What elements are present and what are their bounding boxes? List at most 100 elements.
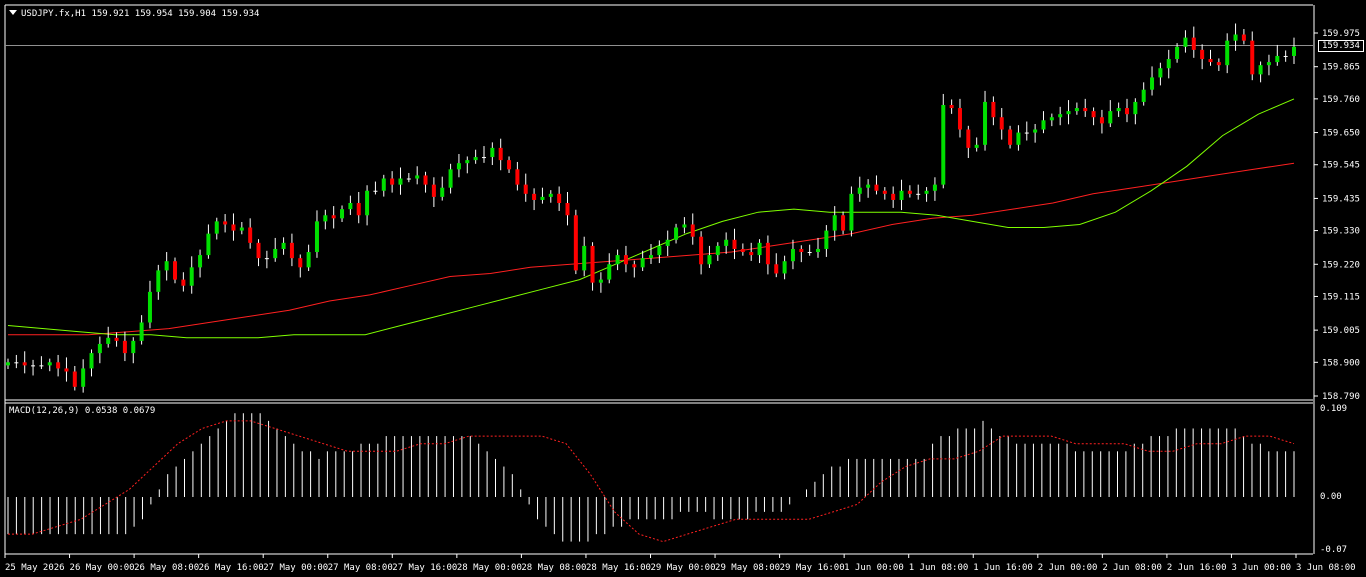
candle-bull xyxy=(1108,111,1113,124)
chart-canvas[interactable]: 159.975 159.865 159.760 159.650 159.545 159.4… xyxy=(0,0,1366,577)
candle-bear xyxy=(632,264,637,268)
candle-bull xyxy=(1266,62,1271,66)
candle-bull xyxy=(1066,111,1071,115)
time-tick-label: 29 May 16:00 xyxy=(780,563,845,573)
candle-bull xyxy=(548,193,553,197)
candle-bear xyxy=(289,242,294,259)
candle-bull xyxy=(340,209,345,219)
candle-bear xyxy=(1008,129,1013,145)
price-tick-label: 159.435 xyxy=(1322,194,1360,204)
price-tick-label: 159.865 xyxy=(1322,63,1360,73)
candle-bear xyxy=(356,203,361,216)
candle-bear xyxy=(907,190,912,194)
candle-bear xyxy=(1208,59,1213,63)
candle-bull xyxy=(273,248,278,259)
candle-bear xyxy=(390,178,395,185)
candle-bull xyxy=(582,245,587,271)
macd-scale-zero: 0.00 xyxy=(1320,492,1342,502)
candle-bull xyxy=(832,215,837,231)
macd-scale-top: 0.109 xyxy=(1320,404,1348,414)
price-tick-label: 159.975 xyxy=(1322,29,1360,39)
candle-bull xyxy=(490,147,495,158)
candle-bear xyxy=(740,248,745,253)
time-tick-label: 29 May 00:00 xyxy=(651,563,716,573)
candle-bull xyxy=(1016,132,1021,145)
candle-bull xyxy=(916,193,921,195)
candle-bull xyxy=(448,169,453,188)
candle-bull xyxy=(365,190,370,216)
candle-bull xyxy=(665,239,670,246)
candle-bull xyxy=(1116,108,1121,112)
candle-bear xyxy=(882,190,887,194)
candle-bull xyxy=(440,187,445,197)
candle-bear xyxy=(114,337,119,341)
candle-bull xyxy=(657,245,662,256)
candle-bull xyxy=(465,160,470,164)
candle-bull xyxy=(373,190,378,192)
price-tick-label: 158.790 xyxy=(1322,392,1360,402)
candle-bear xyxy=(181,279,186,286)
candle-bull xyxy=(198,255,203,268)
candle-bear xyxy=(515,169,520,185)
time-tick-label: 2 Jun 16:00 xyxy=(1167,563,1227,573)
candle-bear xyxy=(298,258,303,268)
candle-bull xyxy=(381,178,386,191)
time-tick-label: 3 Jun 08:00 xyxy=(1296,563,1356,573)
candle-bear xyxy=(557,193,562,204)
candle-bear xyxy=(231,224,236,231)
candle-bull xyxy=(816,248,821,253)
time-tick-label: 27 May 00:00 xyxy=(263,563,328,573)
candle-bear xyxy=(590,245,595,283)
candle-bull xyxy=(598,279,603,283)
candle-bull xyxy=(415,175,420,179)
candle-bull xyxy=(81,368,86,387)
candle-bull xyxy=(707,255,712,265)
candle-bear xyxy=(732,239,737,249)
candle-bull xyxy=(456,163,461,170)
candle-bull xyxy=(1150,77,1155,90)
time-axis: 25 May 2026 26 May 00:00 26 May 08:00 26 Ma… xyxy=(4,554,1356,573)
candle-bull xyxy=(156,270,161,292)
candle-bull xyxy=(1166,59,1171,69)
candle-bull xyxy=(899,190,904,200)
candle-bull xyxy=(607,264,612,280)
candle-bear xyxy=(799,248,804,253)
candle-bull xyxy=(790,248,795,262)
candle-bull xyxy=(782,261,787,274)
candle-bull xyxy=(97,343,102,354)
candle-bear xyxy=(1191,37,1196,50)
candle-bear xyxy=(507,160,512,170)
candle-bear xyxy=(1216,62,1221,66)
candle-bull xyxy=(1133,101,1138,115)
candle-bull xyxy=(106,337,111,344)
symbol-header[interactable]: USDJPY.fx,H1 159.921 159.954 159.904 159… xyxy=(9,9,259,19)
candle-bull xyxy=(1258,65,1263,75)
candle-bull xyxy=(306,252,311,268)
time-tick-label: 26 May 08:00 xyxy=(134,563,199,573)
macd-scale-bottom: -0.07 xyxy=(1320,545,1348,555)
candle-bear xyxy=(122,340,127,354)
candle-bear xyxy=(690,224,695,237)
candle-bull xyxy=(1024,132,1029,134)
candle-bear xyxy=(1250,40,1255,75)
candle-bull xyxy=(406,178,411,180)
chevron-down-icon[interactable] xyxy=(9,10,17,15)
candle-bull xyxy=(757,242,762,256)
price-tick-label: 159.330 xyxy=(1322,227,1360,237)
time-tick-label: 27 May 16:00 xyxy=(392,563,457,573)
candle-bull xyxy=(974,144,979,148)
candle-bull xyxy=(189,267,194,286)
candle-bear xyxy=(999,117,1004,130)
candle-bull xyxy=(640,258,645,268)
time-tick-label: 26 May 00:00 xyxy=(70,563,135,573)
price-tick-label: 159.545 xyxy=(1322,161,1360,171)
candle-bear xyxy=(949,104,954,109)
time-tick-label: 1 Jun 00:00 xyxy=(844,563,904,573)
candle-bull xyxy=(1074,108,1079,112)
price-tick-label: 159.115 xyxy=(1322,292,1360,302)
time-tick-label: 3 Jun 00:00 xyxy=(1231,563,1291,573)
candle-bear xyxy=(565,203,570,216)
candle-bull xyxy=(682,224,687,228)
candle-bull xyxy=(1033,129,1038,133)
candle-bull xyxy=(131,340,136,354)
